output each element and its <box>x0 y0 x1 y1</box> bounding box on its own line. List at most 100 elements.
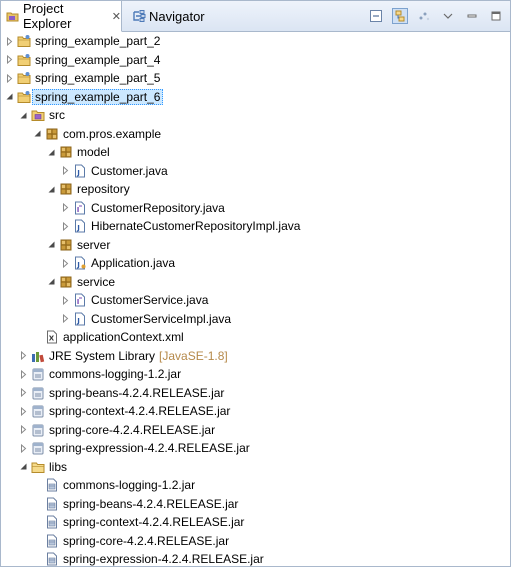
library-icon <box>31 349 45 363</box>
tree-item[interactable]: commons-logging-1.2.jar <box>1 365 510 384</box>
tree-item-label: libs <box>49 459 68 474</box>
tree-item[interactable]: libs <box>1 458 510 477</box>
jar-icon <box>31 423 45 437</box>
tree-item-label: spring-expression-4.2.4.RELEASE.jar <box>49 441 250 456</box>
tree-item[interactable]: J Customer.java <box>1 162 510 181</box>
jar-icon <box>31 404 45 418</box>
tree-item[interactable]: model <box>1 143 510 162</box>
svg-text:X: X <box>49 335 55 343</box>
collapsed-arrow-icon[interactable] <box>19 406 29 416</box>
tree-item[interactable]: spring_example_part_4 <box>1 51 510 70</box>
package-icon <box>59 238 73 252</box>
tree-item-label: spring-beans-4.2.4.RELEASE.jar <box>63 496 239 511</box>
collapsed-arrow-icon[interactable] <box>19 443 29 453</box>
tree-item[interactable]: I CustomerRepository.java <box>1 199 510 218</box>
project-icon <box>17 34 31 48</box>
collapsed-arrow-icon[interactable] <box>61 166 71 176</box>
tree-item-label: spring_example_part_4 <box>35 52 161 67</box>
tree-item[interactable]: spring-expression-4.2.4.RELEASE.jar <box>1 439 510 458</box>
tree-item-label: spring-core-4.2.4.RELEASE.jar <box>49 422 216 437</box>
svg-text:J: J <box>76 317 80 325</box>
tree-item[interactable]: com.pros.example <box>1 125 510 144</box>
jar-file-icon <box>45 534 59 548</box>
link-with-editor-icon[interactable] <box>392 8 408 24</box>
svg-text:J: J <box>76 169 80 177</box>
source-folder-icon <box>31 108 45 122</box>
tree-item[interactable]: repository <box>1 180 510 199</box>
collapsed-arrow-icon[interactable] <box>61 203 71 213</box>
expanded-arrow-icon[interactable] <box>47 277 57 286</box>
project-icon <box>17 71 31 85</box>
expanded-arrow-icon[interactable] <box>33 129 43 138</box>
tree-item-label: JRE System Library <box>49 348 156 363</box>
tree-item-label: spring_example_part_5 <box>35 71 161 86</box>
tree-item-label: spring-context-4.2.4.RELEASE.jar <box>49 404 231 419</box>
tree-item[interactable]: spring_example_part_2 <box>1 32 510 51</box>
collapsed-arrow-icon[interactable] <box>5 73 15 83</box>
tree-item[interactable]: J CustomerServiceImpl.java <box>1 310 510 329</box>
jar-icon <box>31 367 45 381</box>
java-main-icon: J <box>73 256 87 270</box>
expanded-arrow-icon[interactable] <box>19 111 29 120</box>
svg-text:I: I <box>77 206 80 214</box>
project-icon <box>17 90 31 104</box>
tree-item[interactable]: I CustomerService.java <box>1 291 510 310</box>
java-file-icon: J <box>73 219 87 233</box>
tree-item[interactable]: spring_example_part_6 <box>1 88 510 107</box>
view-toolbar <box>368 7 504 25</box>
tree-item[interactable]: spring-beans-4.2.4.RELEASE.jar <box>1 384 510 403</box>
expanded-arrow-icon[interactable] <box>47 185 57 194</box>
collapsed-arrow-icon[interactable] <box>19 351 29 361</box>
collapsed-arrow-icon[interactable] <box>61 221 71 231</box>
tree-item-label: spring_example_part_2 <box>35 34 161 49</box>
expanded-arrow-icon[interactable] <box>19 462 29 471</box>
tree-item[interactable]: spring-context-4.2.4.RELEASE.jar <box>1 513 510 532</box>
tab-label: Project Explorer <box>23 1 72 31</box>
expanded-arrow-icon[interactable] <box>5 92 15 101</box>
view-menu-chevron-icon[interactable] <box>440 8 456 24</box>
collapsed-arrow-icon[interactable] <box>19 388 29 398</box>
tree-item[interactable]: server <box>1 236 510 255</box>
tree-item[interactable]: J Application.java <box>1 254 510 273</box>
tree-item[interactable]: spring-expression-4.2.4.RELEASE.jar <box>1 550 510 569</box>
tree-item[interactable]: src <box>1 106 510 125</box>
tree-item[interactable]: spring-beans-4.2.4.RELEASE.jar <box>1 495 510 514</box>
tree-item[interactable]: spring-core-4.2.4.RELEASE.jar <box>1 532 510 551</box>
collapse-all-icon[interactable] <box>368 8 384 24</box>
package-explorer-icon <box>6 9 20 23</box>
tree-item[interactable]: JRE System Library [JavaSE-1.8] <box>1 347 510 366</box>
expanded-arrow-icon[interactable] <box>47 240 57 249</box>
tree-item[interactable]: spring-context-4.2.4.RELEASE.jar <box>1 402 510 421</box>
close-icon[interactable]: ✕ <box>112 10 121 23</box>
collapsed-arrow-icon[interactable] <box>5 55 15 65</box>
tab-navigator[interactable]: Navigator <box>127 1 237 31</box>
package-icon <box>59 275 73 289</box>
tree-item-label: service <box>77 274 116 289</box>
svg-text:I: I <box>77 298 80 306</box>
tree-item-label: spring_example_part_6 <box>32 88 164 105</box>
tree-item[interactable]: commons-logging-1.2.jar <box>1 476 510 495</box>
collapsed-arrow-icon[interactable] <box>61 258 71 268</box>
minimize-icon[interactable] <box>464 8 480 24</box>
collapsed-arrow-icon[interactable] <box>61 295 71 305</box>
package-icon <box>59 145 73 159</box>
maximize-icon[interactable] <box>488 8 504 24</box>
navigator-icon <box>132 9 146 23</box>
collapsed-arrow-icon[interactable] <box>19 425 29 435</box>
collapsed-arrow-icon[interactable] <box>19 369 29 379</box>
tab-project-explorer[interactable]: Project Explorer ✕ <box>1 1 122 32</box>
collapsed-arrow-icon[interactable] <box>61 314 71 324</box>
collapsed-arrow-icon[interactable] <box>5 36 15 46</box>
tree-item[interactable]: XapplicationContext.xml <box>1 328 510 347</box>
view-menu-icon[interactable] <box>416 8 432 24</box>
tree-item-label: commons-logging-1.2.jar <box>63 478 196 493</box>
tree-item[interactable]: spring-core-4.2.4.RELEASE.jar <box>1 421 510 440</box>
tree-item-label: repository <box>77 182 130 197</box>
tree-item[interactable]: J HibernateCustomerRepositoryImpl.java <box>1 217 510 236</box>
expanded-arrow-icon[interactable] <box>47 148 57 157</box>
tree-item[interactable]: service <box>1 273 510 292</box>
tree-item-label: server <box>77 237 111 252</box>
project-tree[interactable]: spring_example_part_2 spring_example_part… <box>1 32 510 569</box>
jar-icon <box>31 386 45 400</box>
tree-item[interactable]: spring_example_part_5 <box>1 69 510 88</box>
